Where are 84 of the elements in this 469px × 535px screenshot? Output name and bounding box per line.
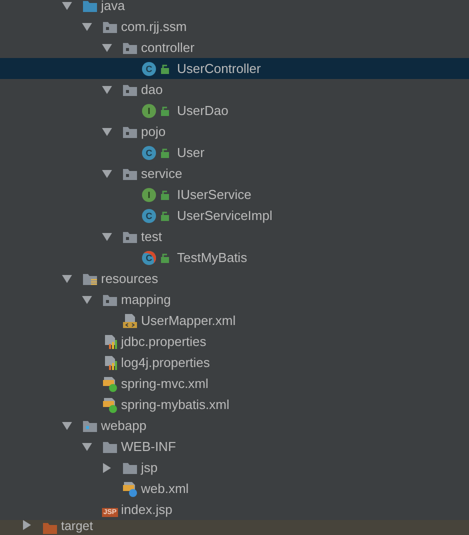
expand-arrow-icon[interactable]	[22, 520, 32, 530]
lock-icon	[161, 106, 170, 116]
item-label: spring-mybatis.xml	[121, 397, 230, 412]
item-label: TestMyBatis	[177, 250, 248, 265]
tree-item[interactable]: com.rjj.ssm	[0, 16, 469, 37]
tree-item[interactable]: I IUserService	[0, 184, 469, 205]
interface-icon: I	[142, 104, 156, 118]
tree-item[interactable]: jsp	[0, 457, 469, 478]
item-label: spring-mvc.xml	[121, 376, 208, 391]
item-label: User	[177, 145, 204, 160]
tree-item[interactable]: log4j.properties	[0, 352, 469, 373]
tree-item[interactable]: I UserDao	[0, 100, 469, 121]
collapse-arrow-icon[interactable]	[102, 168, 112, 178]
class-icon: C	[142, 250, 156, 264]
item-label: log4j.properties	[121, 355, 210, 370]
item-label: jdbc.properties	[121, 334, 206, 349]
item-label: test	[141, 229, 162, 244]
collapse-arrow-icon[interactable]	[102, 84, 112, 94]
item-label: UserMapper.xml	[141, 313, 236, 328]
item-label: WEB-INF	[121, 439, 176, 454]
class-icon: C	[142, 62, 156, 76]
lock-icon	[161, 252, 170, 262]
item-label: jsp	[141, 460, 158, 475]
spring-xml-icon	[102, 396, 118, 412]
xml-file-icon	[122, 312, 138, 328]
item-label: service	[141, 166, 182, 181]
expand-arrow-icon[interactable]	[102, 462, 112, 472]
tree-item[interactable]: C UserController	[0, 58, 469, 79]
item-label: webapp	[101, 418, 147, 433]
tree-item[interactable]: spring-mybatis.xml	[0, 394, 469, 415]
tree-item[interactable]: C UserServiceImpl	[0, 205, 469, 226]
collapse-arrow-icon[interactable]	[102, 232, 112, 242]
tree-item[interactable]: test	[0, 226, 469, 247]
item-label: IUserService	[177, 187, 252, 202]
collapse-arrow-icon[interactable]	[82, 22, 92, 32]
item-label: dao	[141, 82, 163, 97]
item-label: pojo	[141, 124, 166, 139]
folder-icon	[42, 520, 58, 535]
lock-icon	[161, 148, 170, 158]
class-icon: C	[142, 146, 156, 160]
tree-item[interactable]: UserMapper.xml	[0, 310, 469, 331]
item-label: com.rjj.ssm	[121, 19, 187, 34]
source-folder-icon	[82, 0, 98, 14]
spring-xml-icon	[102, 376, 118, 392]
tree-item[interactable]: pojo	[0, 121, 469, 142]
web-xml-icon	[122, 480, 138, 496]
collapse-arrow-icon[interactable]	[62, 274, 72, 284]
item-label: UserDao	[177, 103, 228, 118]
tree-item[interactable]: service	[0, 163, 469, 184]
lock-icon	[161, 190, 170, 200]
lock-icon	[161, 210, 170, 220]
collapse-arrow-icon[interactable]	[62, 420, 72, 430]
tree-item[interactable]: spring-mvc.xml	[0, 373, 469, 394]
tree-item[interactable]: jdbc.properties	[0, 331, 469, 352]
tree-item[interactable]: C TestMyBatis	[0, 247, 469, 268]
collapse-arrow-icon[interactable]	[62, 0, 72, 10]
properties-file-icon	[102, 354, 118, 370]
tree-item[interactable]: C User	[0, 142, 469, 163]
tree-item[interactable]: controller	[0, 37, 469, 58]
collapse-arrow-icon[interactable]	[82, 442, 92, 452]
tree-item[interactable]: web.xml	[0, 478, 469, 499]
tree-item[interactable]: resources	[0, 268, 469, 289]
item-label: target	[61, 520, 93, 533]
collapse-arrow-icon[interactable]	[102, 126, 112, 136]
item-label: index.jsp	[121, 502, 172, 517]
tree-item[interactable]: mapping	[0, 289, 469, 310]
tree-item[interactable]: dao	[0, 79, 469, 100]
class-icon: C	[142, 208, 156, 222]
interface-icon: I	[142, 188, 156, 202]
item-label: controller	[141, 40, 194, 55]
collapse-arrow-icon[interactable]	[82, 294, 92, 304]
lock-icon	[161, 64, 170, 74]
item-label: UserServiceImpl	[177, 208, 272, 223]
item-label: resources	[101, 271, 158, 286]
properties-file-icon	[102, 334, 118, 350]
tree-item[interactable]: webapp	[0, 415, 469, 436]
item-label: mapping	[121, 292, 171, 307]
collapse-arrow-icon[interactable]	[102, 42, 112, 52]
tree-item[interactable]: target	[0, 520, 469, 535]
item-label: UserController	[177, 61, 261, 76]
tree-item[interactable]: java	[0, 0, 469, 16]
item-label: web.xml	[141, 481, 189, 496]
tree-item[interactable]: WEB-INF	[0, 436, 469, 457]
item-label: java	[101, 0, 125, 13]
